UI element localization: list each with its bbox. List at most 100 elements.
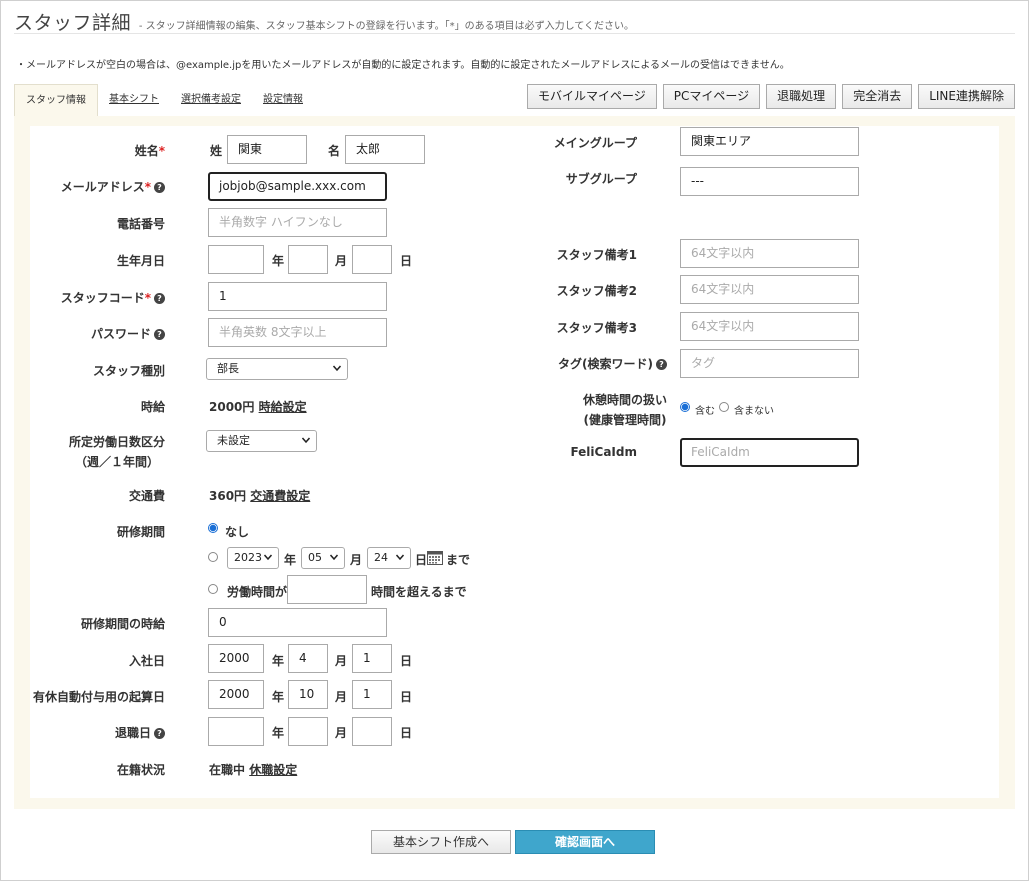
tab-basic-shift[interactable]: 基本シフト bbox=[98, 84, 170, 116]
birth-month-unit: 月 bbox=[335, 254, 348, 268]
phone-label: 電話番号 bbox=[116, 217, 165, 231]
leave-settings-link[interactable]: 休職設定 bbox=[249, 763, 297, 777]
join-day-unit: 日 bbox=[400, 654, 413, 668]
training-hours-post: 時間を超えるまで bbox=[371, 585, 467, 599]
retire-month-input[interactable] bbox=[288, 717, 328, 746]
training-month-select[interactable]: 05 bbox=[301, 547, 345, 569]
staff-code-label: スタッフコード*? bbox=[61, 289, 165, 306]
training-none-radio[interactable] bbox=[208, 523, 218, 533]
sub-group-field[interactable]: --- bbox=[680, 167, 859, 196]
training-hours-input[interactable] bbox=[287, 575, 367, 604]
pc-mypage-button[interactable]: PCマイページ bbox=[662, 84, 761, 109]
join-year-input[interactable]: 2000 bbox=[208, 644, 264, 673]
workdays-value: 未設定 bbox=[217, 434, 250, 447]
tab-staff-info[interactable]: スタッフ情報 bbox=[14, 84, 98, 116]
training-wage-label: 研修期間の時給 bbox=[80, 617, 165, 631]
tag-input[interactable]: タグ bbox=[680, 349, 859, 378]
break-include-radio[interactable] bbox=[680, 402, 690, 412]
status-value: 在職中 休職設定 bbox=[209, 763, 298, 777]
retire-year-unit: 年 bbox=[272, 726, 285, 740]
retire-date-label: 退職日? bbox=[115, 724, 165, 741]
mei-input[interactable]: 太郎 bbox=[345, 135, 425, 164]
hourly-settings-link[interactable]: 時給設定 bbox=[259, 400, 307, 414]
birth-day-input[interactable] bbox=[352, 245, 392, 274]
tab-select-note-settings[interactable]: 選択備考設定 bbox=[170, 84, 252, 116]
form-panel: 姓名* 姓 関東 名 太郎 メールアドレス*? jobjob@sample.xx… bbox=[14, 116, 1015, 809]
training-day-select[interactable]: 24 bbox=[367, 547, 411, 569]
help-icon[interactable]: ? bbox=[154, 182, 165, 193]
action-buttons: モバイルマイページ PCマイページ 退職処理 完全消去 LINE連携解除 bbox=[527, 84, 1015, 109]
paid-leave-day-input[interactable]: 1 bbox=[352, 680, 392, 709]
retire-day-unit: 日 bbox=[400, 726, 413, 740]
page-subtitle: - スタッフ詳細情報の編集、スタッフ基本シフトの登録を行います。「*」のある項目… bbox=[138, 21, 635, 32]
break-exclude-label: 含まない bbox=[734, 406, 774, 417]
training-day-value: 24 bbox=[374, 551, 388, 564]
paid-leave-month-input[interactable]: 10 bbox=[288, 680, 328, 709]
chevron-down-icon bbox=[330, 554, 338, 561]
paid-leave-label: 有休自動付与用の起算日 bbox=[32, 690, 165, 704]
transport-label: 交通費 bbox=[128, 489, 165, 503]
main-group-field[interactable]: 関東エリア bbox=[680, 127, 859, 156]
retire-process-button[interactable]: 退職処理 bbox=[766, 84, 837, 109]
mobile-mypage-button[interactable]: モバイルマイページ bbox=[527, 84, 657, 109]
birthday-label: 生年月日 bbox=[116, 254, 165, 268]
note3-input[interactable]: 64文字以内 bbox=[680, 312, 859, 341]
delete-completely-button[interactable]: 完全消去 bbox=[842, 84, 913, 109]
birth-day-unit: 日 bbox=[400, 254, 413, 268]
chevron-down-icon bbox=[396, 554, 404, 561]
email-label: メールアドレス*? bbox=[61, 178, 165, 195]
paid-leave-year-input[interactable]: 2000 bbox=[208, 680, 264, 709]
training-until-label: まで bbox=[446, 553, 471, 567]
phone-input[interactable]: 半角数字 ハイフンなし bbox=[208, 208, 387, 237]
join-month-input[interactable]: 4 bbox=[288, 644, 328, 673]
training-year-select[interactable]: 2023 bbox=[227, 547, 279, 569]
page-header: スタッフ詳細 - スタッフ詳細情報の編集、スタッフ基本シフトの登録を行います。「… bbox=[14, 8, 634, 35]
note2-input[interactable]: 64文字以内 bbox=[680, 275, 859, 304]
birth-month-input[interactable] bbox=[288, 245, 328, 274]
note1-input[interactable]: 64文字以内 bbox=[680, 239, 859, 268]
retire-year-input[interactable] bbox=[208, 717, 264, 746]
felica-input[interactable]: FeliCaIdm bbox=[680, 438, 859, 467]
tab-bar: スタッフ情報 基本シフト 選択備考設定 設定情報 bbox=[14, 84, 314, 116]
password-input[interactable]: 半角英数 8文字以上 bbox=[208, 318, 387, 347]
join-month-unit: 月 bbox=[335, 654, 348, 668]
sei-input[interactable]: 関東 bbox=[227, 135, 307, 164]
break-label: 休憩時間の扱い (健康管理時間) bbox=[582, 393, 667, 427]
help-icon[interactable]: ? bbox=[154, 329, 165, 340]
join-year-unit: 年 bbox=[272, 654, 285, 668]
training-year-value: 2023 bbox=[234, 551, 262, 564]
sub-group-label: サブグループ bbox=[565, 172, 637, 186]
line-unlink-button[interactable]: LINE連携解除 bbox=[918, 84, 1015, 109]
help-icon[interactable]: ? bbox=[154, 293, 165, 304]
page-title: スタッフ詳細 bbox=[14, 12, 132, 34]
retire-day-input[interactable] bbox=[352, 717, 392, 746]
chevron-down-icon bbox=[264, 554, 272, 561]
training-date-radio[interactable] bbox=[208, 552, 218, 562]
create-basic-shift-button[interactable]: 基本シフト作成へ bbox=[371, 830, 511, 854]
birth-year-input[interactable] bbox=[208, 245, 264, 274]
help-icon[interactable]: ? bbox=[656, 359, 667, 370]
break-exclude-radio[interactable] bbox=[719, 402, 729, 412]
status-label: 在籍状況 bbox=[116, 763, 165, 777]
training-label: 研修期間 bbox=[116, 525, 165, 539]
help-icon[interactable]: ? bbox=[154, 728, 165, 739]
transport-settings-link[interactable]: 交通費設定 bbox=[250, 489, 310, 503]
chevron-down-icon bbox=[333, 365, 341, 372]
sei-label: 姓 bbox=[210, 144, 223, 158]
workdays-select[interactable]: 未設定 bbox=[206, 430, 317, 452]
tab-settings-info[interactable]: 設定情報 bbox=[252, 84, 314, 116]
training-wage-input[interactable]: 0 bbox=[208, 608, 387, 637]
birth-year-unit: 年 bbox=[272, 254, 285, 268]
email-input[interactable]: jobjob@sample.xxx.com bbox=[208, 172, 387, 201]
staff-type-select[interactable]: 部長 bbox=[206, 358, 348, 380]
training-hours-radio[interactable] bbox=[208, 584, 218, 594]
staff-code-input[interactable]: 1 bbox=[208, 282, 387, 311]
workdays-label: 所定労働日数区分 （週／１年間） bbox=[68, 435, 165, 469]
calendar-icon[interactable] bbox=[427, 550, 443, 565]
join-day-input[interactable]: 1 bbox=[352, 644, 392, 673]
chevron-down-icon bbox=[302, 437, 310, 444]
retire-month-unit: 月 bbox=[335, 726, 348, 740]
email-notice: ・メールアドレスが空白の場合は、@example.jpを用いたメールアドレスが自… bbox=[16, 60, 790, 71]
training-none-label: なし bbox=[225, 525, 250, 539]
confirm-button[interactable]: 確認画面へ bbox=[515, 830, 655, 854]
